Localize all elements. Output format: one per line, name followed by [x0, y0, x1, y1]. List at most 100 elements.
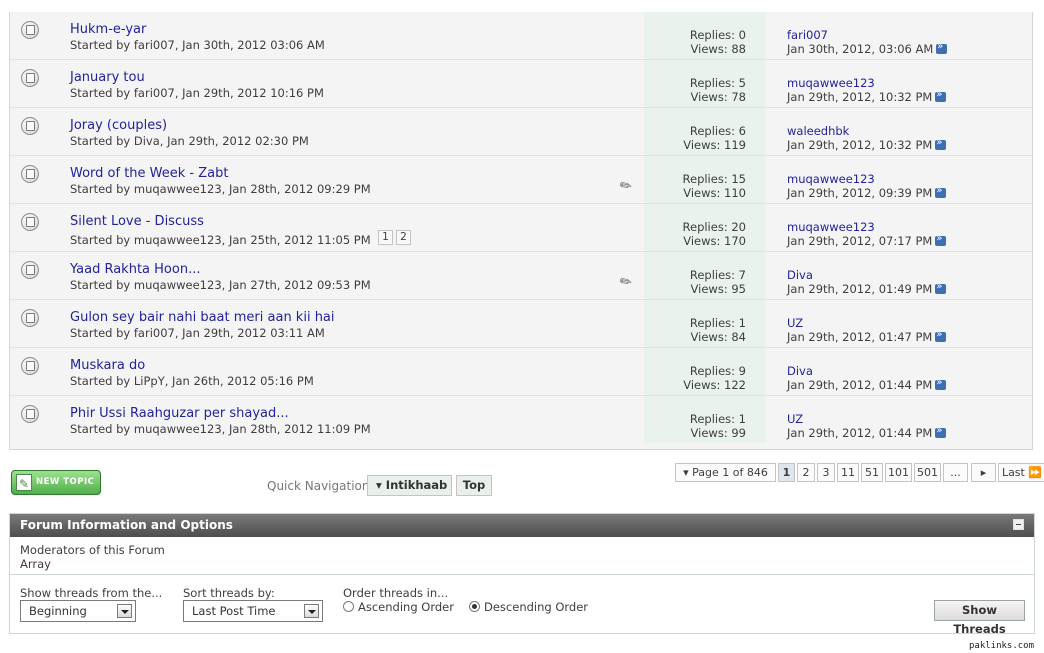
paperclip-icon[interactable]: ✎ [617, 270, 639, 292]
thread-status-icon [21, 69, 39, 87]
ascending-order-radio[interactable] [343, 601, 354, 612]
divider [10, 574, 1034, 575]
thread-status-icon [21, 213, 39, 231]
thread-replies: Replies: 7 [689, 268, 746, 282]
quick-navigation-label: Quick Navigation [267, 479, 370, 493]
descending-order-radio[interactable] [469, 601, 480, 612]
last-post-date: Jan 29th, 2012, 10:32 PM [787, 137, 947, 152]
last-post-date-text: Jan 29th, 2012, 10:32 PM [787, 90, 933, 104]
moderators-block: Moderators of this Forum Array [20, 543, 165, 571]
quick-navigation-value: Intikhaab [385, 478, 448, 492]
thread-row: Gulon sey bair nahi baat meri aan kii ha… [10, 300, 1032, 348]
go-to-last-post-icon[interactable] [936, 41, 948, 54]
descending-order-option[interactable]: Descending Order [469, 600, 588, 614]
last-post-date-text: Jan 29th, 2012, 01:47 PM [787, 330, 933, 344]
thread-stats: Replies: 6 Views: 119 [644, 108, 766, 155]
thread-replies: Replies: 15 [682, 172, 746, 186]
go-to-last-post-icon[interactable] [935, 425, 947, 438]
paperclip-icon[interactable]: ✎ [617, 174, 639, 196]
last-post-date: Jan 29th, 2012, 01:47 PM [787, 329, 947, 344]
last-post-user-link[interactable]: Diva [787, 268, 813, 282]
last-post-user-link[interactable]: muqawwee123 [787, 172, 875, 186]
thread-status-icon [21, 261, 39, 279]
collapse-icon[interactable] [1013, 519, 1024, 530]
thread-title-link[interactable]: Yaad Rakhta Hoon... [70, 262, 200, 277]
last-post-date: Jan 29th, 2012, 10:32 PM [787, 89, 947, 104]
sort-threads-value: Last Post Time [192, 604, 276, 618]
last-post-date: Jan 29th, 2012, 01:44 PM [787, 377, 947, 392]
thread-page-link[interactable]: 2 [396, 230, 411, 245]
thread-stats: Replies: 7 Views: 95 [644, 252, 766, 299]
thread-title-link[interactable]: Hukm-e-yar [70, 22, 146, 37]
thread-started-by: Started by muqawwee123, Jan 28th, 2012 0… [70, 182, 371, 196]
thread-row: Silent Love - Discuss Started by muqawwee… [10, 204, 1032, 252]
last-post-user-link[interactable]: fari007 [787, 28, 828, 42]
page-of-dropdown[interactable]: ▾ Page 1 of 846 [675, 463, 776, 482]
thread-started-by: Started by fari007, Jan 29th, 2012 10:16… [70, 86, 324, 100]
last-post-date-text: Jan 29th, 2012, 09:39 PM [787, 186, 933, 200]
thread-replies: Replies: 1 [689, 316, 746, 330]
forum-info-title: Forum Information and Options [20, 518, 233, 532]
show-threads-from-select[interactable]: Beginning [20, 600, 136, 622]
last-post-date-text: Jan 30th, 2012, 03:06 AM [787, 42, 934, 56]
thread-title-link[interactable]: Muskara do [70, 358, 145, 373]
go-to-last-post-icon[interactable] [935, 329, 947, 342]
watermark: paklinks.com [969, 641, 1035, 651]
thread-title-link[interactable]: Gulon sey bair nahi baat meri aan kii ha… [70, 310, 335, 325]
thread-views: Views: 78 [690, 90, 746, 104]
ascending-order-option[interactable]: Ascending Order [343, 600, 454, 614]
page-link[interactable]: 1 [778, 463, 795, 482]
page-link[interactable]: 2 [797, 463, 815, 482]
thread-title-link[interactable]: Silent Love - Discuss [70, 214, 204, 229]
thread-row: Phir Ussi Raahguzar per shayad... Started… [10, 396, 1032, 444]
sort-threads-select[interactable]: Last Post Time [183, 600, 323, 622]
last-post-user-link[interactable]: waleedhbk [787, 124, 849, 138]
page-link[interactable]: 51 [861, 463, 883, 482]
next-page-button[interactable]: ▸ [971, 463, 996, 482]
thread-title-link[interactable]: Word of the Week - Zabt [70, 166, 228, 181]
thread-replies: Replies: 20 [682, 220, 746, 234]
dropdown-arrow-icon [304, 604, 319, 618]
thread-title-link[interactable]: Joray (couples) [70, 118, 167, 133]
thread-page-link[interactable]: 1 [378, 230, 393, 245]
thread-stats: Replies: 0 Views: 88 [644, 12, 766, 59]
last-post-date: Jan 30th, 2012, 03:06 AM [787, 41, 948, 56]
go-to-last-post-icon[interactable] [935, 185, 947, 198]
last-post-user-link[interactable]: muqawwee123 [787, 220, 875, 234]
thread-views: Views: 95 [690, 282, 746, 296]
thread-status-icon [21, 21, 39, 39]
page-link[interactable]: 3 [817, 463, 835, 482]
last-page-button[interactable]: Last ⏩ [998, 463, 1044, 482]
thread-title-link[interactable]: Phir Ussi Raahguzar per shayad... [70, 406, 289, 421]
show-threads-button[interactable]: Show Threads [934, 600, 1025, 636]
thread-status-icon [21, 117, 39, 135]
thread-stats: Replies: 9 Views: 122 [644, 348, 766, 395]
last-post-user-link[interactable]: UZ [787, 412, 803, 426]
quick-navigation-top-button[interactable]: Top [456, 475, 492, 496]
go-to-last-post-icon[interactable] [935, 233, 947, 246]
thread-stats: Replies: 1 Views: 84 [644, 300, 766, 347]
page-link[interactable]: 101 [885, 463, 912, 482]
page-link[interactable]: 501 [914, 463, 941, 482]
page-link[interactable]: 11 [837, 463, 859, 482]
dropdown-arrow-icon [117, 604, 132, 618]
go-to-last-post-icon[interactable] [935, 377, 947, 390]
go-to-last-post-icon[interactable] [935, 89, 947, 102]
thread-views: Views: 170 [683, 234, 746, 248]
thread-row: Hukm-e-yar Started by fari007, Jan 30th, … [10, 12, 1032, 60]
thread-list: Hukm-e-yar Started by fari007, Jan 30th, … [9, 12, 1033, 450]
order-threads-label: Order threads in... [343, 586, 449, 600]
last-post-user-link[interactable]: UZ [787, 316, 803, 330]
go-to-last-post-icon[interactable] [935, 137, 947, 150]
thread-row: Word of the Week - Zabt Started by muqaww… [10, 156, 1032, 204]
new-topic-button[interactable]: NEW TOPIC [11, 470, 101, 496]
thread-title-link[interactable]: January tou [70, 70, 145, 85]
quick-navigation-select[interactable]: ▾ Intikhaab [367, 475, 452, 496]
last-post-user-link[interactable]: muqawwee123 [787, 76, 875, 90]
forum-info-panel: Forum Information and Options Moderators… [9, 513, 1035, 636]
go-to-last-post-icon[interactable] [935, 281, 947, 294]
thread-replies: Replies: 1 [689, 412, 746, 426]
last-post-date-text: Jan 29th, 2012, 01:44 PM [787, 426, 933, 440]
thread-started-by: Started by muqawwee123, Jan 25th, 2012 1… [70, 233, 371, 247]
last-post-user-link[interactable]: Diva [787, 364, 813, 378]
